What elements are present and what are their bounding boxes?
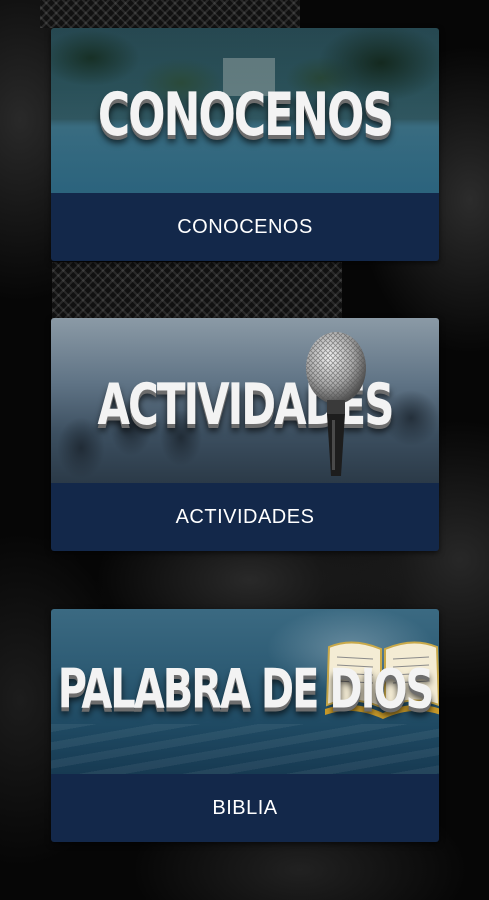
banner-headline: ACTIVIDADES [97, 371, 395, 438]
card-conocenos[interactable]: CONOCENOS CONOCENOS [51, 28, 439, 261]
card-banner-image[interactable]: ACTIVIDADES [51, 318, 439, 483]
card-banner-image[interactable]: CONOCENOS [51, 28, 439, 193]
banner-headline: CONOCENOS [97, 81, 394, 150]
card-label[interactable]: BIBLIA [51, 774, 439, 842]
card-label[interactable]: ACTIVIDADES [51, 483, 439, 551]
cloth-texture [51, 724, 439, 774]
microphone-icon [306, 332, 366, 476]
card-actividades[interactable]: ACTIVIDADES ACTIVIDADES [51, 318, 439, 551]
background-grille [52, 262, 342, 320]
card-label[interactable]: CONOCENOS [51, 193, 439, 261]
banner-headline: PALABRA DE DIOS [57, 658, 435, 722]
background-grille [40, 0, 300, 28]
card-biblia[interactable]: PALABRA DE DIOS BIBLIA [51, 609, 439, 842]
card-banner-image[interactable]: PALABRA DE DIOS [51, 609, 439, 774]
